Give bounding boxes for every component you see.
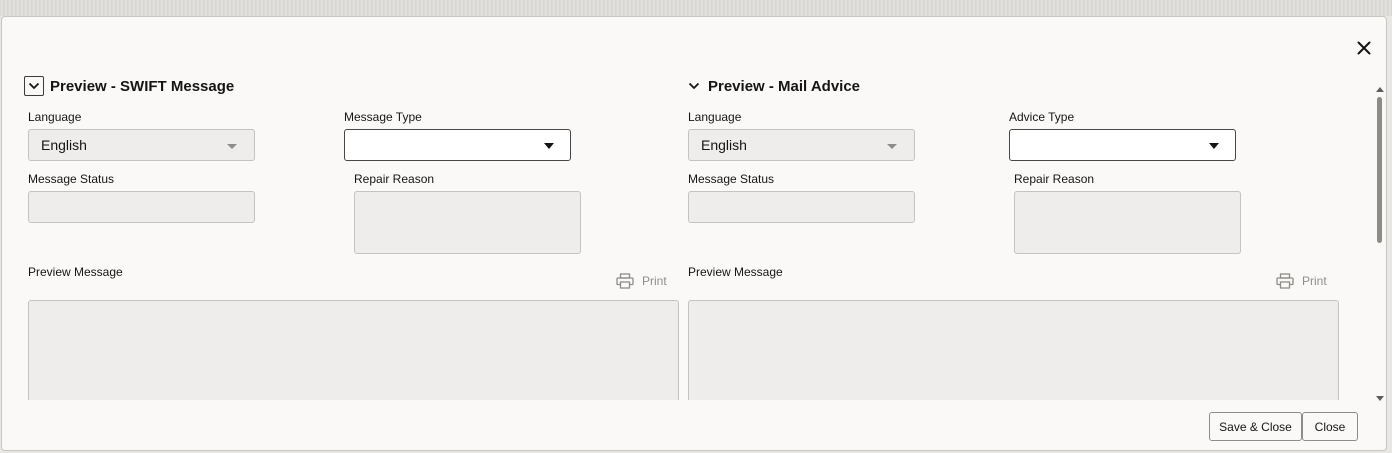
- mail-message-status-field: [688, 191, 915, 223]
- mail-section-header[interactable]: Preview - Mail Advice: [686, 76, 860, 96]
- mail-repair-reason-field: [1014, 191, 1241, 254]
- close-button[interactable]: Close: [1302, 412, 1358, 441]
- page-backdrop: [0, 0, 1392, 16]
- dialog-content: Preview - SWIFT Message Language English…: [2, 67, 1374, 400]
- content-scrollbar[interactable]: [1374, 85, 1386, 403]
- preview-dialog: Preview - SWIFT Message Language English…: [1, 16, 1387, 451]
- mail-section-title: Preview - Mail Advice: [708, 77, 861, 95]
- swift-language-select: English: [28, 129, 255, 161]
- message-type-select[interactable]: [344, 129, 571, 161]
- swift-language-value: English: [41, 137, 87, 153]
- save-close-button[interactable]: Save & Close: [1209, 412, 1302, 441]
- mail-repair-reason-label: Repair Reason: [1014, 172, 1095, 186]
- mail-language-select: English: [688, 129, 915, 161]
- chevron-down-icon[interactable]: [686, 76, 702, 96]
- chevron-down-icon[interactable]: [24, 76, 44, 96]
- chevron-down-icon: [227, 144, 237, 149]
- mail-message-status-label: Message Status: [688, 172, 775, 186]
- chevron-down-icon: [544, 143, 554, 149]
- swift-repair-reason-field: [354, 191, 581, 254]
- swift-print-button[interactable]: Print: [616, 273, 667, 289]
- swift-repair-reason-label: Repair Reason: [354, 172, 435, 186]
- swift-language-label: Language: [28, 110, 82, 124]
- advice-type-select[interactable]: [1009, 129, 1236, 161]
- chevron-down-icon: [1209, 143, 1219, 149]
- scroll-down-icon[interactable]: [1376, 396, 1384, 401]
- printer-icon: [616, 273, 634, 289]
- mail-preview-message-area: [688, 300, 1339, 400]
- advice-type-label: Advice Type: [1009, 110, 1075, 124]
- mail-print-label: Print: [1302, 274, 1327, 288]
- mail-language-value: English: [701, 137, 747, 153]
- close-label: Close: [1314, 419, 1346, 434]
- swift-preview-label: Preview Message: [28, 265, 123, 279]
- chevron-down-icon: [887, 144, 897, 149]
- mail-preview-label: Preview Message: [688, 265, 783, 279]
- message-type-label: Message Type: [344, 110, 422, 124]
- printer-icon: [1276, 273, 1294, 289]
- swift-print-label: Print: [642, 274, 667, 288]
- swift-message-status-field: [28, 191, 255, 223]
- scroll-up-icon[interactable]: [1376, 87, 1384, 92]
- swift-section-header[interactable]: Preview - SWIFT Message: [24, 76, 234, 96]
- swift-preview-message-area: [28, 300, 679, 400]
- scrollbar-thumb[interactable]: [1377, 97, 1382, 243]
- swift-section-title: Preview - SWIFT Message: [50, 77, 235, 95]
- swift-message-status-label: Message Status: [28, 172, 115, 186]
- close-icon[interactable]: [1354, 38, 1374, 58]
- mail-print-button[interactable]: Print: [1276, 273, 1327, 289]
- mail-language-label: Language: [688, 110, 742, 124]
- save-close-label: Save & Close: [1219, 419, 1292, 434]
